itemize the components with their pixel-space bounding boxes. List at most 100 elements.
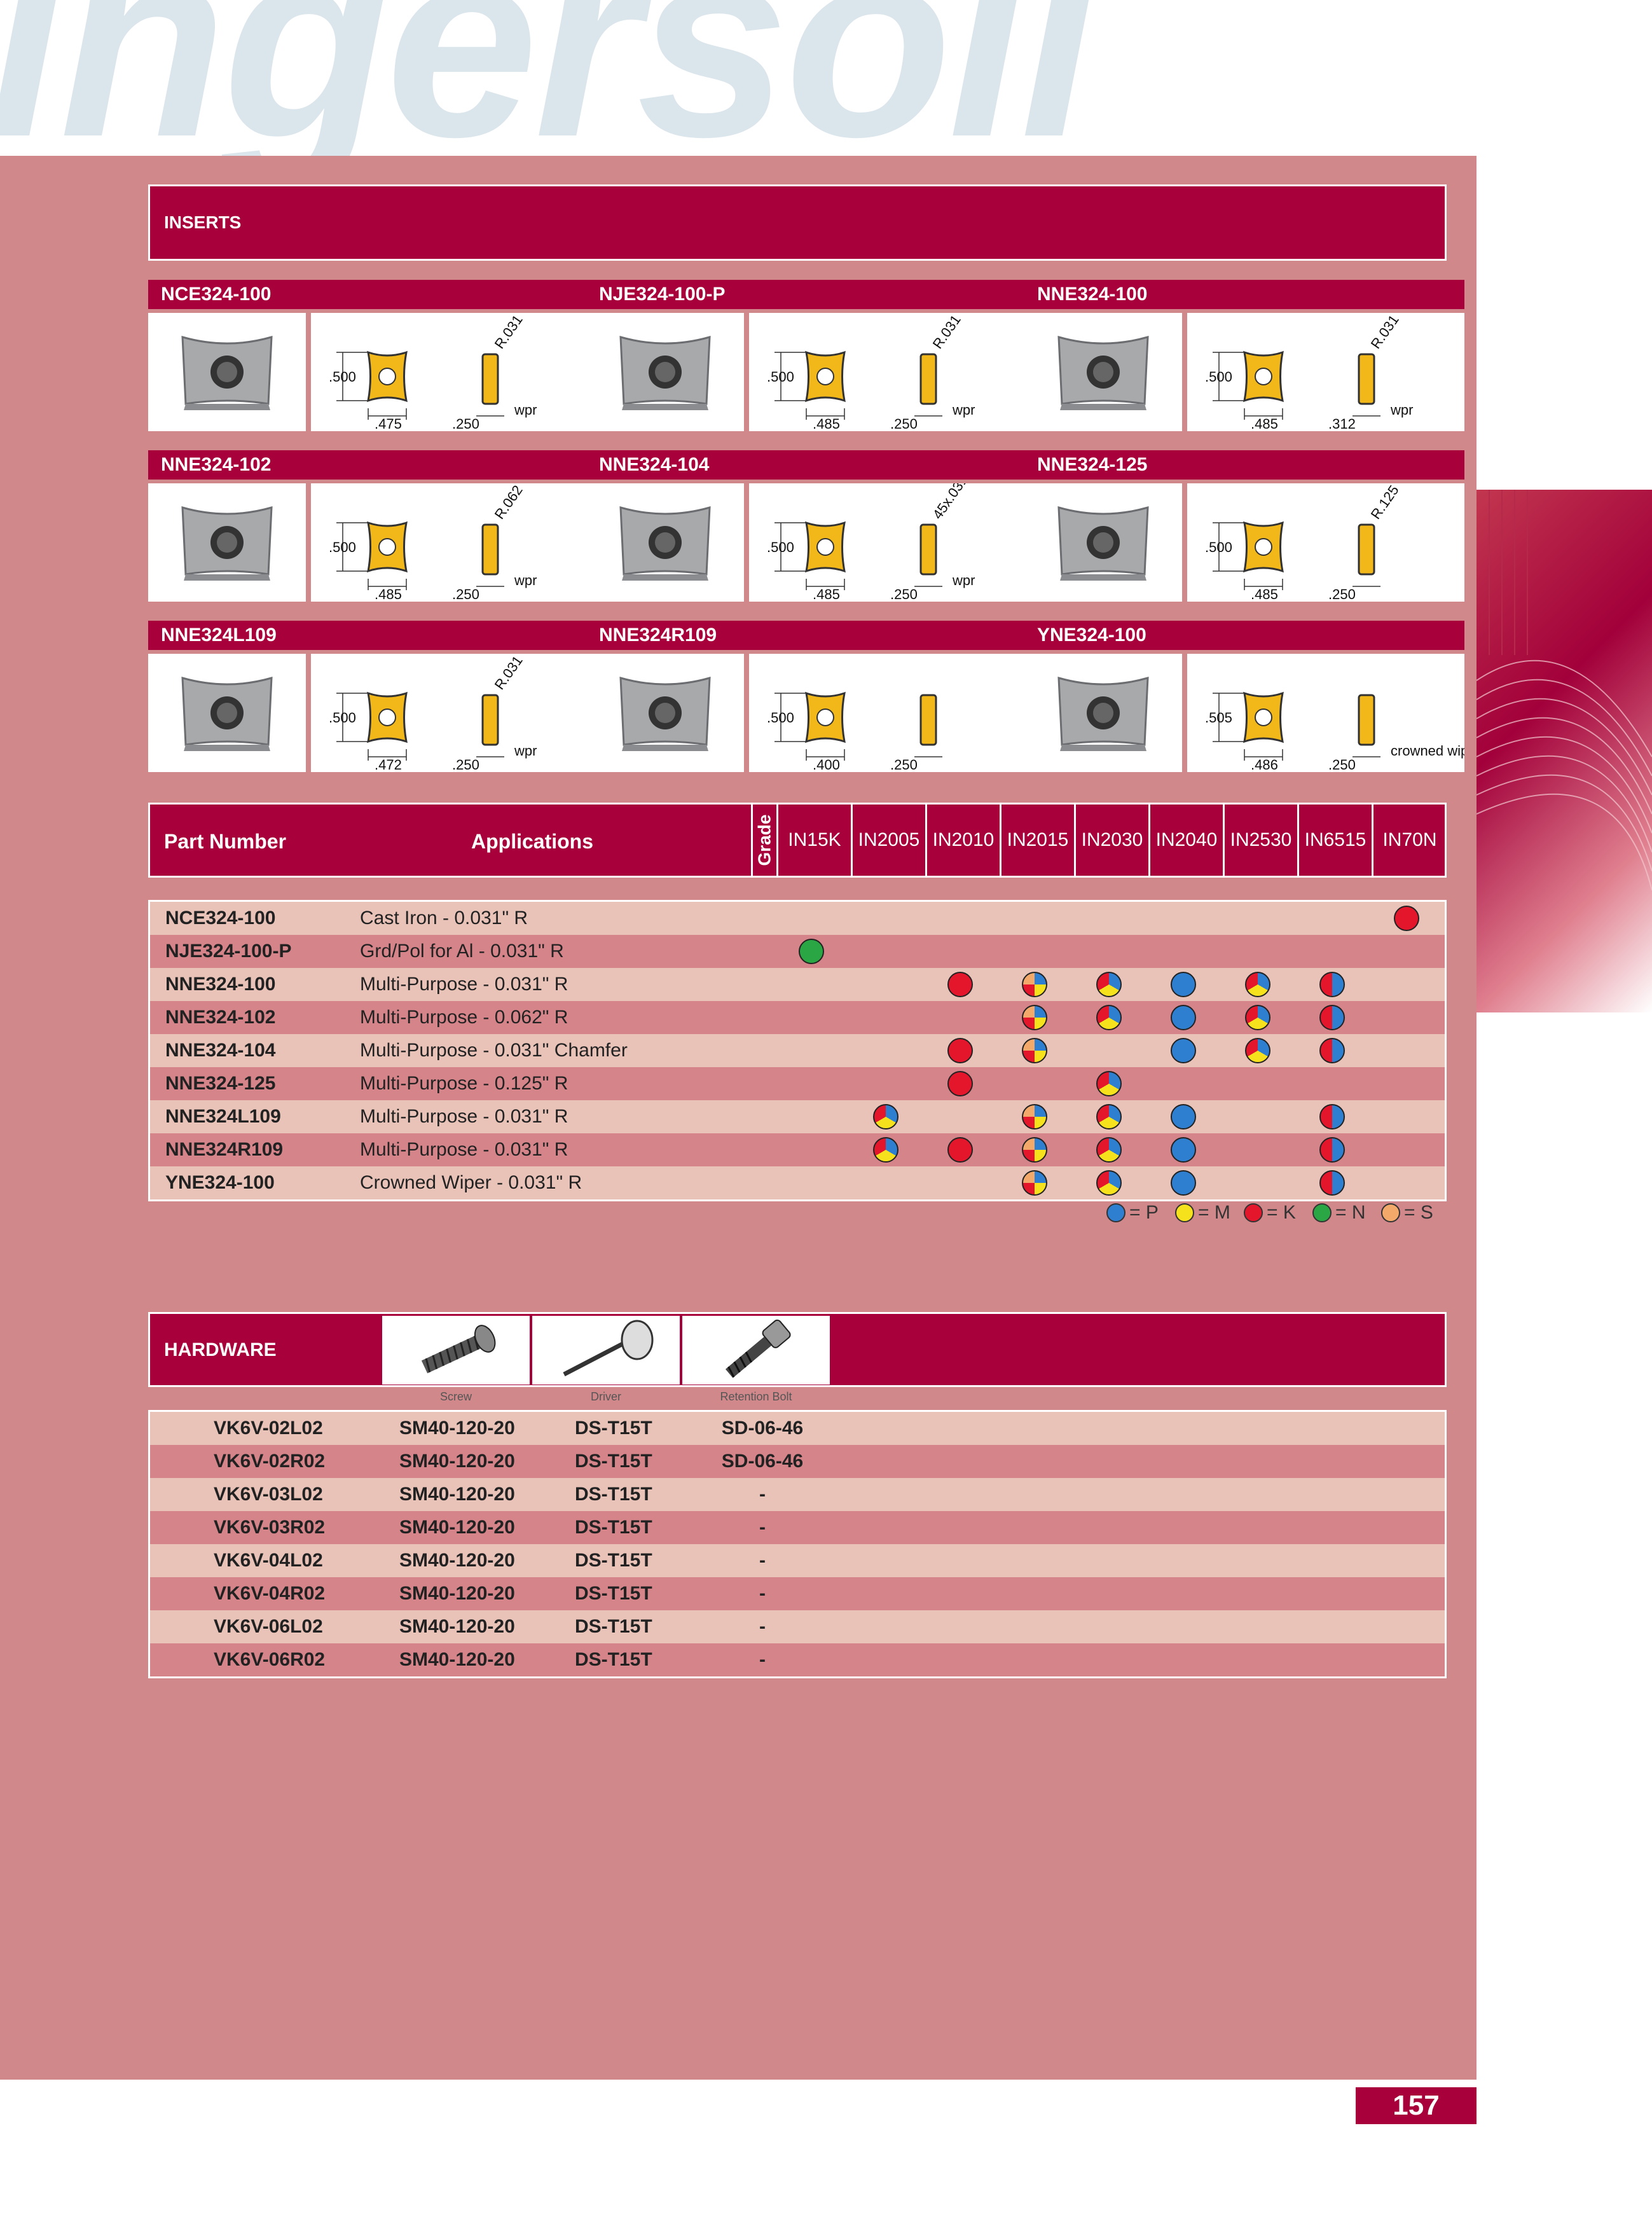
application: Multi-Purpose - 0.062" R xyxy=(360,1007,568,1028)
bolt-part: SD-06-46 xyxy=(721,1418,804,1439)
grade-dot xyxy=(1171,1137,1196,1163)
grade-column-in2530: IN2530 xyxy=(1223,805,1297,876)
grade-row: NNE324-100 Multi-Purpose - 0.031" R xyxy=(150,968,1445,1001)
grades-table: NCE324-100 Cast Iron - 0.031" R NJE324-100… xyxy=(148,900,1447,1201)
legend-item: = M xyxy=(1175,1202,1230,1224)
part-number-header: Part Number xyxy=(164,830,287,853)
grade-dot xyxy=(1022,1137,1047,1163)
legend-label: = P xyxy=(1129,1202,1159,1223)
screw-part: SM40-120-20 xyxy=(399,1484,515,1505)
application: Cast Iron - 0.031" R xyxy=(360,908,528,929)
grade-row: NNE324R109 Multi-Purpose - 0.031" R xyxy=(150,1133,1445,1166)
driver-image xyxy=(532,1316,680,1385)
grade-dot xyxy=(1319,1005,1345,1030)
insert-name: YNE324-100 xyxy=(1024,621,1464,650)
part-number: NNE324L109 xyxy=(165,1106,281,1127)
insert-card: NNE324-102 .500 .485 .250 R.062 wpr xyxy=(148,450,588,602)
legend-item: = S xyxy=(1381,1202,1433,1224)
part-number: NNE324-102 xyxy=(165,1007,276,1028)
dim-corner: R.031 xyxy=(1368,313,1402,352)
insert-card: NCE324-100 .500 .475 .250 R.031 wpr xyxy=(148,280,588,432)
screw-part: SM40-120-20 xyxy=(399,1583,515,1604)
insert-card: NNE324-104 .500 .485 .250 45x.031 wpr xyxy=(586,450,1026,602)
cutter-part: VK6V-02R02 xyxy=(214,1451,326,1472)
driver-part: DS-T15T xyxy=(575,1616,652,1637)
grade-row: NNE324L109 Multi-Purpose - 0.031" R xyxy=(150,1100,1445,1133)
grade-dot xyxy=(1171,1104,1196,1129)
hardware-header: HARDWARE xyxy=(148,1312,1447,1387)
dim-width: .485 xyxy=(813,586,840,602)
part-number: NJE324-100-P xyxy=(165,941,292,962)
screw-part: SM40-120-20 xyxy=(399,1418,515,1439)
cutter-part: VK6V-02L02 xyxy=(214,1418,323,1439)
dim-width: .485 xyxy=(813,416,840,431)
application: Crowned Wiper - 0.031" R xyxy=(360,1172,582,1193)
insert-card: NJE324-100-P .500 .485 .250 R.031 wpr xyxy=(586,280,1026,432)
grade-column-in2010: IN2010 xyxy=(925,805,1000,876)
dim-height: .500 xyxy=(1205,369,1232,385)
dim-width: .485 xyxy=(1251,416,1278,431)
grade-row: NJE324-100-P Grd/Pol for Al - 0.031" R xyxy=(150,935,1445,968)
bolt-part: - xyxy=(759,1550,766,1571)
insert-drawing: .500 .485 .250 R.125 xyxy=(1187,482,1464,602)
part-number: NNE324-100 xyxy=(165,974,276,995)
grade-dot xyxy=(1171,1038,1196,1063)
screw-caption: Screw xyxy=(439,1390,472,1403)
screw-part: SM40-120-20 xyxy=(399,1517,515,1538)
dim-corner: R.062 xyxy=(492,483,526,522)
insert-drawing: .500 .400 .250 xyxy=(749,654,1026,773)
grade-dot xyxy=(1245,1005,1270,1030)
dim-width: .486 xyxy=(1251,757,1278,772)
insert-photo xyxy=(148,483,306,602)
page-number: 157 xyxy=(1356,2087,1476,2124)
dim-thickness: .250 xyxy=(890,757,918,772)
screw-part: SM40-120-20 xyxy=(399,1616,515,1637)
dim-width: .485 xyxy=(375,586,402,602)
cutter-part: VK6V-06L02 xyxy=(214,1616,323,1637)
grade-dot xyxy=(1022,1170,1047,1196)
insert-drawing: .500 .485 .250 R.062 wpr xyxy=(311,482,588,602)
dim-wiper: wpr xyxy=(514,743,537,759)
insert-drawing: .500 .475 .250 R.031 wpr xyxy=(311,312,588,432)
dim-width: .475 xyxy=(375,416,402,431)
insert-photo xyxy=(148,313,306,431)
grade-dot xyxy=(1022,972,1047,997)
grade-column-in2015: IN2015 xyxy=(1000,805,1074,876)
grade-dot xyxy=(1096,1104,1122,1129)
hardware-row: VK6V-04L02 SM40-120-20 DS-T15T - xyxy=(150,1544,1445,1577)
application: Grd/Pol for Al - 0.031" R xyxy=(360,941,564,962)
legend-label: = S xyxy=(1404,1202,1433,1223)
dim-corner: R.031 xyxy=(930,313,964,352)
cutter-part: VK6V-04L02 xyxy=(214,1550,323,1571)
dim-thickness: .312 xyxy=(1328,416,1356,431)
dim-thickness: .250 xyxy=(452,757,479,772)
hardware-row: VK6V-06L02 SM40-120-20 DS-T15T - xyxy=(150,1610,1445,1643)
insert-photo xyxy=(148,654,306,772)
hardware-row: VK6V-03L02 SM40-120-20 DS-T15T - xyxy=(150,1478,1445,1511)
screw-part: SM40-120-20 xyxy=(399,1451,515,1472)
cutter-part: VK6V-03L02 xyxy=(214,1484,323,1505)
dim-height: .500 xyxy=(1205,539,1232,555)
grade-column-in6515: IN6515 xyxy=(1297,805,1372,876)
cutter-part: VK6V-03R02 xyxy=(214,1517,326,1538)
bolt-part: - xyxy=(759,1484,766,1505)
dim-wiper: wpr xyxy=(514,572,537,588)
grade-dot xyxy=(1096,1137,1122,1163)
grade-column-in15k: IN15K xyxy=(776,805,851,876)
driver-part: DS-T15T xyxy=(575,1484,652,1505)
bolt-part: SD-06-46 xyxy=(721,1451,804,1472)
legend-swatch xyxy=(1381,1203,1400,1222)
driver-part: DS-T15T xyxy=(575,1517,652,1538)
hardware-row: VK6V-02R02 SM40-120-20 DS-T15T SD-06-46 xyxy=(150,1445,1445,1478)
legend-swatch xyxy=(1312,1203,1332,1222)
driver-part: DS-T15T xyxy=(575,1649,652,1670)
driver-part: DS-T15T xyxy=(575,1583,652,1604)
screw-image xyxy=(382,1316,530,1385)
legend-swatch xyxy=(1106,1203,1125,1222)
insert-card: NNE324-125 .500 .485 .250 R.125 xyxy=(1024,450,1464,602)
part-number: NNE324R109 xyxy=(165,1139,284,1160)
legend-label: = K xyxy=(1267,1202,1296,1223)
hardware-row: VK6V-03R02 SM40-120-20 DS-T15T - xyxy=(150,1511,1445,1544)
application: Multi-Purpose - 0.125" R xyxy=(360,1073,568,1094)
grade-column-in2040: IN2040 xyxy=(1148,805,1223,876)
